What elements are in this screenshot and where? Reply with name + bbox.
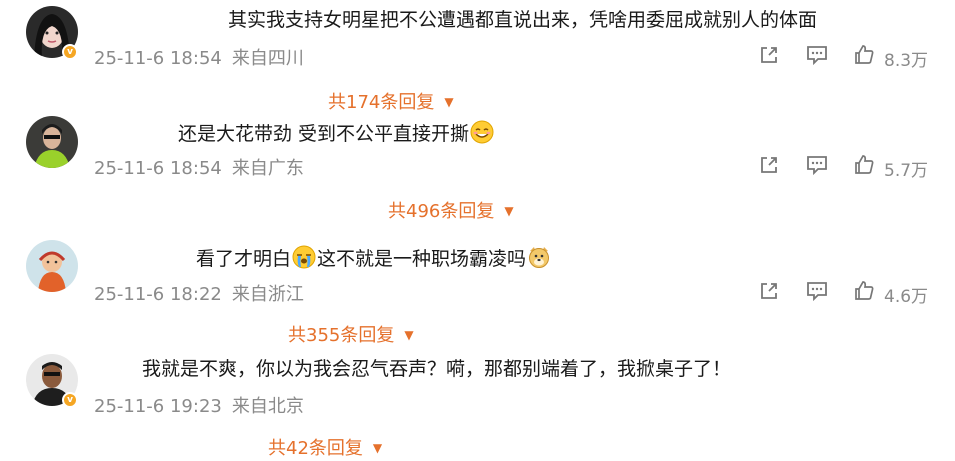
comment-date: 25-11-6 18:54 xyxy=(94,48,222,69)
comment-meta: 25-11-6 18:54 来自广东 xyxy=(94,154,304,180)
view-replies-link[interactable]: 共355条回复 ▼ xyxy=(288,321,414,347)
crying-emoji xyxy=(292,245,316,269)
comment-text-part: 还是大花带劲 受到不公平直接开撕 xyxy=(178,123,470,145)
comment-text: 看了才明白 这不就是一种职场霸凌吗 xyxy=(196,245,552,271)
replies-label: 共496条回复 xyxy=(388,201,495,222)
doge-emoji xyxy=(529,247,550,268)
verified-badge-icon: v xyxy=(62,392,78,408)
like-icon[interactable] xyxy=(853,154,875,176)
triangle-down-icon: ▼ xyxy=(504,204,514,218)
comment-location: 来自北京 xyxy=(231,396,304,417)
comment-text: 其实我支持女明星把不公遭遇都直说出来，凭啥用委屈成就别人的体面 xyxy=(228,9,818,31)
comment-meta: 25-11-6 19:23 来自北京 xyxy=(94,392,304,418)
share-icon[interactable] xyxy=(758,44,780,66)
verified-badge-icon: v xyxy=(62,44,78,60)
comment-meta: 25-11-6 18:22 来自浙江 xyxy=(94,280,304,306)
comment-text-part: 看了才明白 xyxy=(196,248,292,270)
comment-meta: 25-11-6 18:54 来自四川 xyxy=(94,44,304,70)
share-icon[interactable] xyxy=(758,154,780,176)
triangle-down-icon: ▼ xyxy=(444,95,454,109)
comment-text: 还是大花带劲 受到不公平直接开撕 xyxy=(178,120,495,146)
like-count: 4.6万 xyxy=(884,287,929,307)
like-count: 8.3万 xyxy=(884,51,929,71)
comment-text: 我就是不爽，你以为我会忍气吞声？嗬，那都别端着了，我掀桌子了！ xyxy=(142,358,732,380)
avatar[interactable] xyxy=(26,240,78,292)
comment-date: 25-11-6 19:23 xyxy=(94,396,222,417)
triangle-down-icon: ▼ xyxy=(372,441,383,455)
view-replies-link[interactable]: 共496条回复 ▼ xyxy=(388,197,514,223)
like-icon[interactable] xyxy=(853,44,875,66)
replies-label: 共174条回复 xyxy=(328,92,435,113)
comment-text-part: 这不就是一种职场霸凌吗 xyxy=(317,248,527,270)
share-icon[interactable] xyxy=(758,280,780,302)
comment-icon[interactable] xyxy=(805,154,829,176)
comment-location: 来自四川 xyxy=(231,48,304,69)
triangle-down-icon: ▼ xyxy=(404,328,414,342)
comment-location: 来自广东 xyxy=(231,158,304,179)
view-replies-link[interactable]: 共42条回复 ▼ xyxy=(268,434,382,460)
avatar[interactable] xyxy=(26,116,78,168)
replies-label: 共42条回复 xyxy=(268,438,363,459)
comment-date: 25-11-6 18:54 xyxy=(94,158,222,179)
view-replies-link[interactable]: 共174条回复 ▼ xyxy=(328,88,454,114)
smile-emoji xyxy=(470,120,494,144)
comment-icon[interactable] xyxy=(805,280,829,302)
comment-date: 25-11-6 18:22 xyxy=(94,284,222,305)
like-count: 5.7万 xyxy=(884,161,929,181)
replies-label: 共355条回复 xyxy=(288,325,395,346)
like-icon[interactable] xyxy=(853,280,875,302)
comment-icon[interactable] xyxy=(805,44,829,66)
comment-location: 来自浙江 xyxy=(231,284,304,305)
